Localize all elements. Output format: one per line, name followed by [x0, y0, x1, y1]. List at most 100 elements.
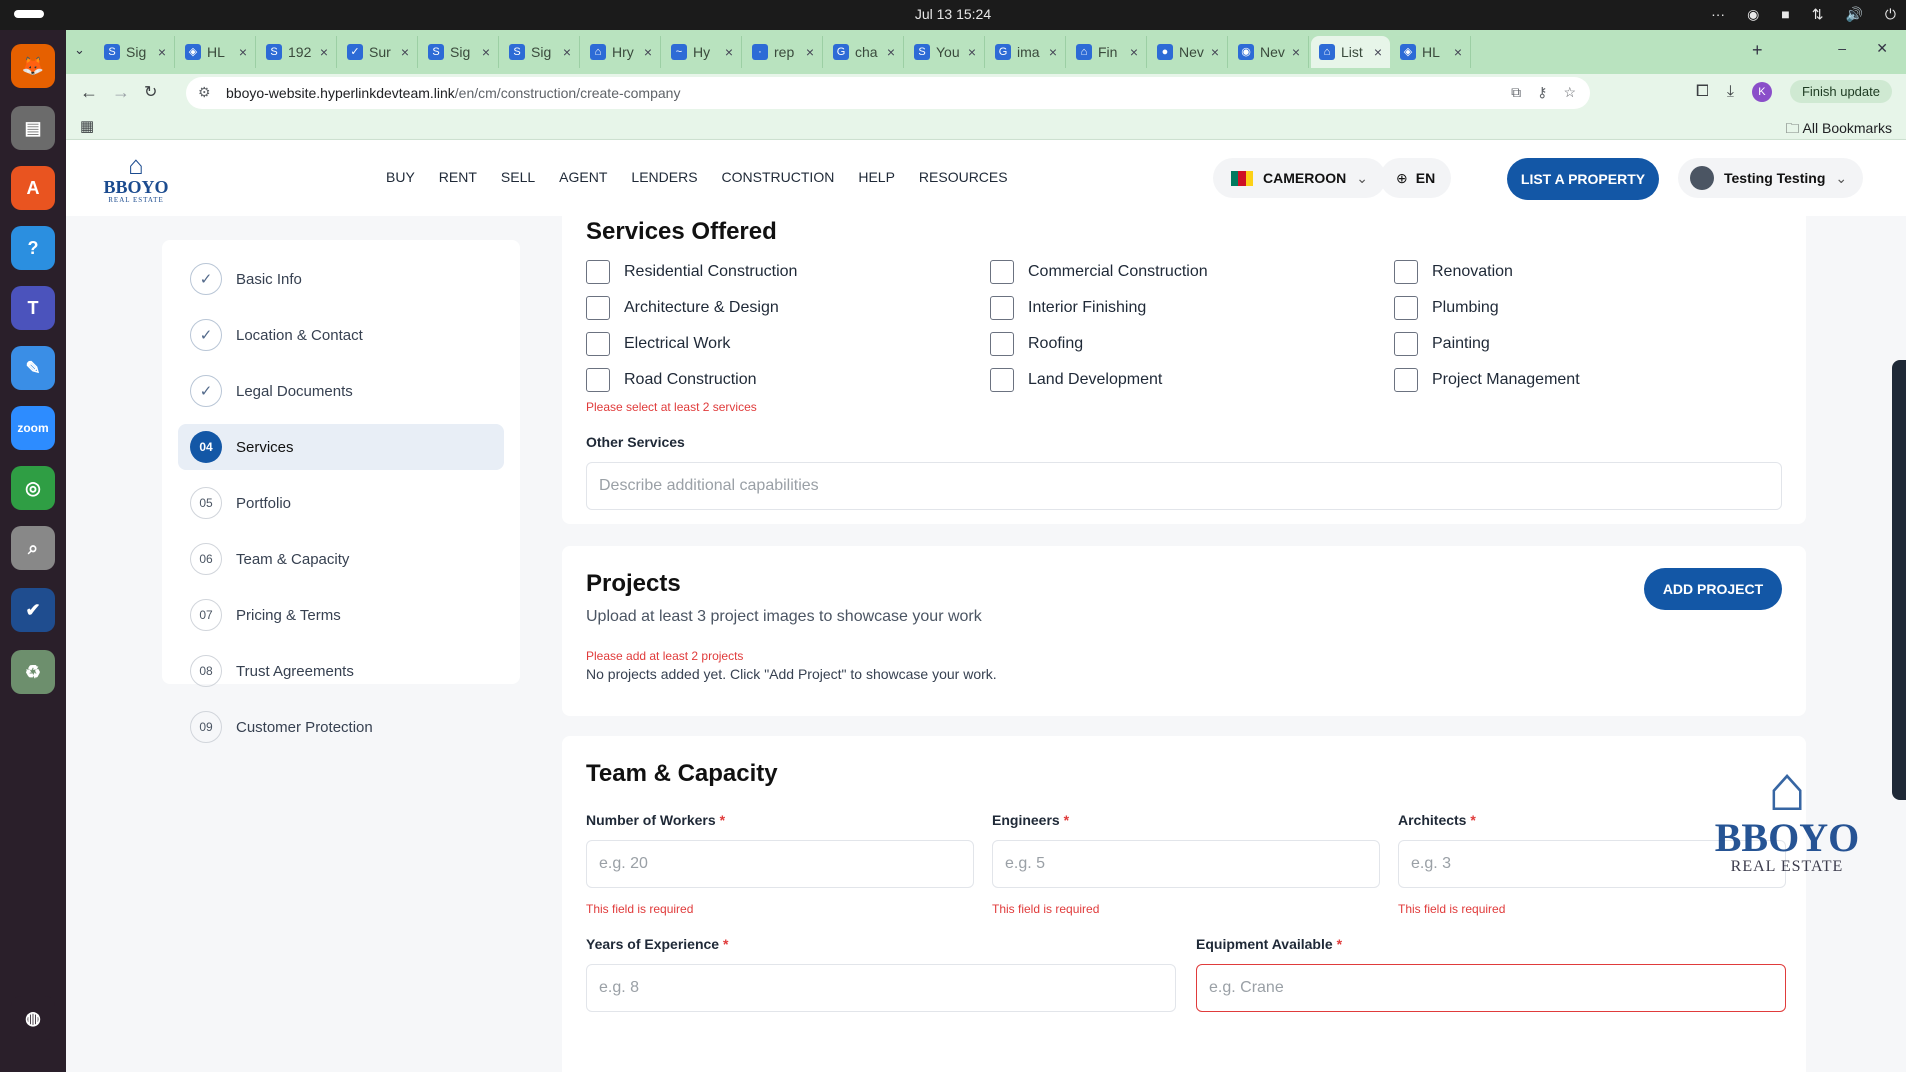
browser-tab[interactable]: ⌂ Fin × — [1068, 36, 1147, 68]
service-checkbox[interactable] — [990, 260, 1014, 284]
nav-rent[interactable]: RENT — [439, 169, 477, 185]
equipment-input[interactable]: e.g. Crane — [1196, 964, 1786, 1012]
step-portfolio[interactable]: 05 Portfolio — [178, 480, 504, 526]
browser-tab[interactable]: ⌂ List × — [1311, 36, 1390, 68]
service-option[interactable]: Plumbing — [1394, 296, 1798, 320]
chrome-icon[interactable]: ◎ — [11, 466, 55, 510]
service-option[interactable]: Renovation — [1394, 260, 1798, 284]
add-project-button[interactable]: ADD PROJECT — [1644, 568, 1782, 610]
step-customer-protection[interactable]: 09 Customer Protection — [178, 704, 504, 750]
browser-tab[interactable]: Gcha × — [825, 36, 904, 68]
service-checkbox[interactable] — [586, 296, 610, 320]
firefox-icon[interactable]: 🦊 — [11, 44, 55, 88]
service-checkbox[interactable] — [1394, 260, 1418, 284]
service-option[interactable]: Interior Finishing — [990, 296, 1394, 320]
reload-icon[interactable]: ↻ — [144, 82, 157, 102]
browser-tab[interactable]: ⌂ Hry × — [582, 36, 661, 68]
browser-tab[interactable]: ◈ HL × — [177, 36, 256, 68]
nav-help[interactable]: HELP — [858, 169, 895, 185]
minimize-icon[interactable]: – — [1838, 40, 1846, 56]
tab-close-icon[interactable]: × — [887, 44, 895, 60]
nav-agent[interactable]: AGENT — [559, 169, 607, 185]
tab-search-icon[interactable]: ⌄ — [74, 42, 85, 58]
tab-close-icon[interactable]: × — [1292, 44, 1300, 60]
other-services-input[interactable]: Describe additional capabilities — [586, 462, 1782, 510]
forward-icon[interactable]: → — [112, 82, 130, 103]
step-pricing-terms[interactable]: 07 Pricing & Terms — [178, 592, 504, 638]
service-option[interactable]: Electrical Work — [586, 332, 990, 356]
tab-close-icon[interactable]: × — [725, 44, 733, 60]
checker-icon[interactable]: ✔ — [11, 588, 55, 632]
extensions-icon[interactable]: ⧠ — [1696, 83, 1709, 101]
bookmark-star-icon[interactable]: ☆ — [1563, 84, 1576, 101]
password-key-icon[interactable]: ⚷ — [1537, 84, 1547, 101]
nav-construction[interactable]: CONSTRUCTION — [722, 169, 835, 185]
tab-close-icon[interactable]: × — [1049, 44, 1057, 60]
apps-grid-icon[interactable]: ▦ — [80, 117, 94, 135]
tray-icon[interactable]: ⏻ — [1885, 6, 1896, 23]
service-option[interactable]: Painting — [1394, 332, 1798, 356]
service-option[interactable]: Project Management — [1394, 368, 1798, 392]
tab-close-icon[interactable]: × — [806, 44, 814, 60]
tray-icon[interactable]: ⇅ — [1812, 6, 1824, 23]
all-bookmarks-button[interactable]: 🗀 All Bookmarks — [1785, 118, 1892, 142]
service-checkbox[interactable] — [1394, 296, 1418, 320]
browser-tab[interactable]: ~ Hy × — [663, 36, 742, 68]
tray-icon[interactable]: 🔊 — [1845, 6, 1862, 23]
browser-tab[interactable]: · rep × — [744, 36, 823, 68]
service-checkbox[interactable] — [990, 296, 1014, 320]
back-icon[interactable]: ← — [80, 82, 98, 103]
tray-icon[interactable]: ◉ — [1747, 6, 1759, 23]
service-checkbox[interactable] — [586, 368, 610, 392]
bboyo-logo[interactable]: ⌂ BBOYO REAL ESTATE — [96, 152, 176, 206]
new-tab-button[interactable]: + — [1752, 40, 1763, 61]
browser-tab[interactable]: Gima × — [987, 36, 1066, 68]
tab-close-icon[interactable]: × — [239, 44, 247, 60]
magnifier-icon[interactable]: ⌕ — [11, 526, 55, 570]
user-menu[interactable]: Testing Testing ⌄ — [1678, 158, 1864, 198]
tab-close-icon[interactable]: × — [968, 44, 976, 60]
step-basic-info[interactable]: ✓ Basic Info — [178, 256, 504, 302]
service-option[interactable]: Commercial Construction — [990, 260, 1394, 284]
nav-buy[interactable]: BUY — [386, 169, 415, 185]
step-services[interactable]: 04 Services — [178, 424, 504, 470]
service-checkbox[interactable] — [586, 332, 610, 356]
service-checkbox[interactable] — [990, 368, 1014, 392]
close-window-icon[interactable]: ✕ — [1876, 40, 1888, 57]
list-property-button[interactable]: LIST A PROPERTY — [1507, 158, 1659, 200]
nav-resources[interactable]: RESOURCES — [919, 169, 1008, 185]
cast-icon[interactable]: ⧉ — [1511, 84, 1521, 101]
help-icon[interactable]: ? — [11, 226, 55, 270]
browser-tab[interactable]: ◉ Nev × — [1230, 36, 1309, 68]
tab-close-icon[interactable]: × — [1454, 44, 1462, 60]
browser-tab[interactable]: S Sig × — [501, 36, 580, 68]
tab-close-icon[interactable]: × — [320, 44, 328, 60]
engineers-input[interactable]: e.g. 5 — [992, 840, 1380, 888]
tray-icon[interactable]: ■ — [1781, 6, 1789, 23]
ubuntu-icon[interactable]: ◍ — [11, 996, 55, 1040]
tab-close-icon[interactable]: × — [482, 44, 490, 60]
service-option[interactable]: Roofing — [990, 332, 1394, 356]
browser-tab[interactable]: S You × — [906, 36, 985, 68]
trash-icon[interactable]: ♻ — [11, 650, 55, 694]
service-option[interactable]: Architecture & Design — [586, 296, 990, 320]
download-icon[interactable]: ⤓ — [1727, 83, 1734, 101]
browser-tab[interactable]: S Sig × — [96, 36, 175, 68]
nav-lenders[interactable]: LENDERS — [631, 169, 697, 185]
tab-close-icon[interactable]: × — [563, 44, 571, 60]
browser-tab[interactable]: S Sig × — [420, 36, 499, 68]
tab-close-icon[interactable]: × — [1211, 44, 1219, 60]
finish-update-button[interactable]: Finish update — [1789, 80, 1892, 103]
service-checkbox[interactable] — [1394, 332, 1418, 356]
site-info-icon[interactable]: ⚙ — [198, 84, 211, 101]
service-checkbox[interactable] — [586, 260, 610, 284]
browser-tab[interactable]: ◈ HL × — [1392, 36, 1471, 68]
step-team-capacity[interactable]: 06 Team & Capacity — [178, 536, 504, 582]
browser-tab[interactable]: S 192 × — [258, 36, 337, 68]
nav-sell[interactable]: SELL — [501, 169, 535, 185]
address-bar[interactable]: ⚙ bboyo-website.hyperlinkdevteam.link/en… — [186, 77, 1590, 109]
browser-tab[interactable]: ✓ Sur × — [339, 36, 418, 68]
tray-icon[interactable]: ··· — [1711, 6, 1725, 23]
tab-close-icon[interactable]: × — [158, 44, 166, 60]
service-option[interactable]: Road Construction — [586, 368, 990, 392]
